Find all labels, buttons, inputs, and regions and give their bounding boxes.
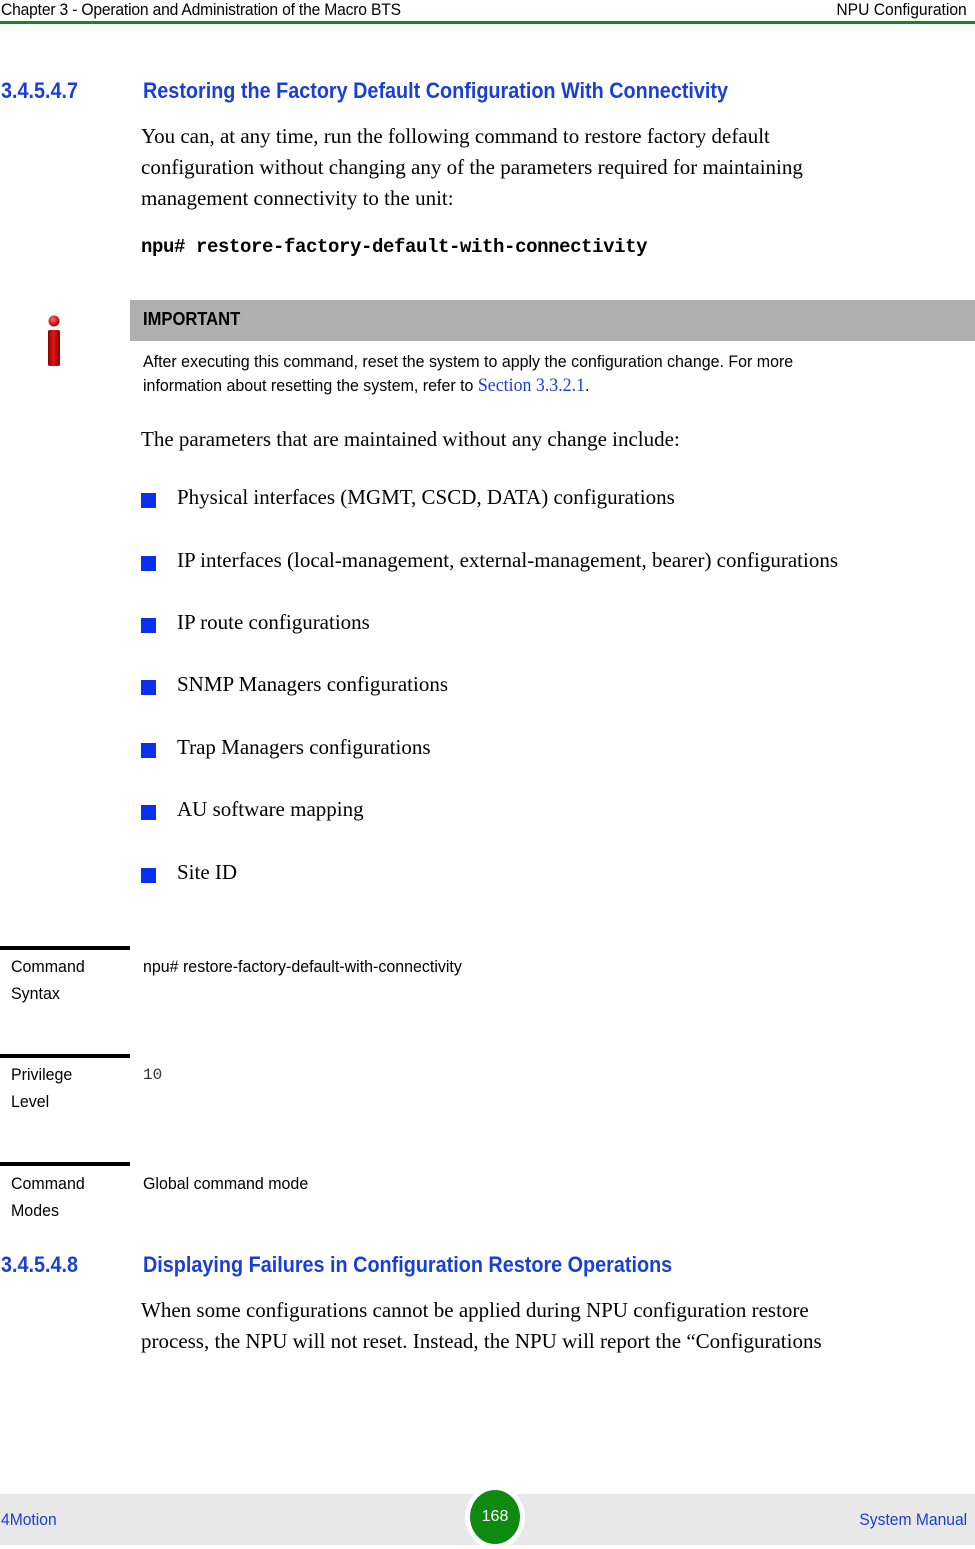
table-divider (0, 946, 130, 950)
important-note-text: After executing this command, reset the … (143, 350, 793, 398)
page-header: Chapter 3 - Operation and Administration… (0, 0, 975, 22)
section-title: Restoring the Factory Default Configurat… (143, 78, 729, 103)
label-line: Command (11, 1174, 85, 1193)
table-divider (0, 1162, 130, 1166)
bullet-square-icon (141, 805, 156, 820)
section-link[interactable]: Section 3.3.2.1 (478, 375, 585, 396)
note-line-suffix: . (585, 376, 590, 395)
command-syntax-label: Command Syntax (11, 953, 85, 1007)
label-line: Syntax (11, 984, 60, 1003)
bullet-square-icon (141, 868, 156, 883)
params-intro: The parameters that are maintained witho… (141, 427, 680, 451)
privilege-level-value: 10 (143, 1066, 163, 1084)
list-item-text: Trap Managers configurations (177, 735, 431, 759)
list-item-text: Site ID (177, 860, 238, 884)
command-modes-label: Command Modes (11, 1170, 85, 1224)
intro-line: configuration without changing any of th… (141, 155, 803, 179)
bullet-square-icon (141, 618, 156, 633)
section-number: 3.4.5.4.7 (1, 78, 79, 103)
list-item-text: Physical interfaces (MGMT, CSCD, DATA) c… (177, 485, 675, 509)
privilege-level-label: Privilege Level (11, 1061, 72, 1115)
command-example: npu# restore-factory-default-with-connec… (141, 236, 648, 258)
list-item-text: AU software mapping (177, 797, 364, 821)
note-line: After executing this command, reset the … (143, 352, 794, 371)
label-line: Privilege (11, 1065, 73, 1084)
header-divider (0, 21, 975, 24)
info-icon (44, 315, 64, 367)
intro-paragraph: You can, at any time, run the following … (141, 121, 971, 214)
page-number-badge: 168 (470, 1490, 520, 1544)
label-line: Modes (11, 1201, 59, 1220)
label-line: Level (11, 1092, 50, 1111)
list-item-text: IP route configurations (177, 610, 370, 634)
paragraph-line: When some configurations cannot be appli… (141, 1298, 809, 1322)
list-item-text: IP interfaces (local-management, externa… (177, 548, 838, 572)
product-name: 4Motion (1, 1510, 57, 1529)
bullet-square-icon (141, 743, 156, 758)
bullet-square-icon (141, 556, 156, 571)
chapter-title: Chapter 3 - Operation and Administration… (1, 0, 401, 19)
bullet-square-icon (141, 680, 156, 695)
intro-line: You can, at any time, run the following … (141, 124, 770, 148)
list-item-text: SNMP Managers configurations (177, 672, 449, 696)
table-divider (0, 1054, 130, 1058)
note-line-prefix: information about resetting the system, … (143, 376, 478, 395)
section-name: NPU Configuration (836, 0, 967, 19)
section-number: 3.4.5.4.8 (1, 1252, 79, 1277)
intro-line: management connectivity to the unit: (141, 186, 454, 210)
note-line: information about resetting the system, … (143, 374, 793, 398)
bullet-square-icon (141, 493, 156, 508)
important-label: IMPORTANT (143, 309, 241, 329)
failures-paragraph: When some configurations cannot be appli… (141, 1295, 971, 1357)
important-note-header: IMPORTANT (130, 300, 975, 341)
label-line: Command (11, 957, 85, 976)
paragraph-line: process, the NPU will not reset. Instead… (141, 1329, 822, 1353)
command-syntax-value: npu# restore-factory-default-with-connec… (143, 957, 462, 976)
command-modes-value: Global command mode (143, 1174, 309, 1193)
manual-name: System Manual (859, 1510, 967, 1529)
section-title: Displaying Failures in Configuration Res… (143, 1252, 673, 1277)
